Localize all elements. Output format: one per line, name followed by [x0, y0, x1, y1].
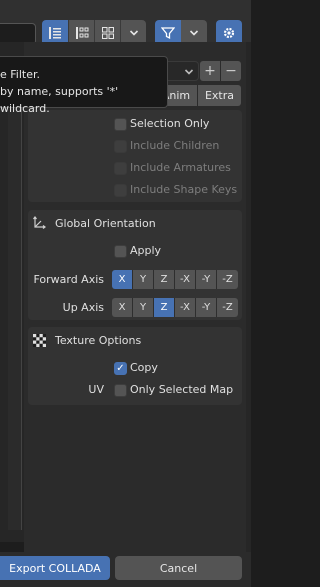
selection-only-checkbox[interactable] — [114, 118, 127, 131]
remove-preset-button[interactable]: − — [221, 61, 241, 81]
plus-icon: + — [204, 63, 216, 79]
include-armatures-label: Include Armatures — [130, 161, 231, 174]
forward-axis-y[interactable]: Y — [133, 270, 154, 289]
forward-axis-neg-y[interactable]: -Y — [196, 270, 217, 289]
tooltip-line-1: e Filter. — [0, 68, 40, 81]
up-axis-neg-y[interactable]: -Y — [196, 298, 217, 317]
filter-tooltip: e Filter. by name, supports '*' wildcard… — [0, 56, 168, 115]
check-icon: ✓ — [116, 362, 125, 374]
tooltip-line-2: by name, supports '*' wildcard. — [0, 85, 119, 115]
tab-extra[interactable]: Extra — [198, 85, 241, 106]
up-axis-x[interactable]: X — [112, 298, 133, 317]
thumbnail-large-icon — [101, 27, 114, 39]
include-shape-keys-label: Include Shape Keys — [130, 183, 238, 196]
forward-axis-neg-z[interactable]: -Z — [217, 270, 238, 289]
export-collada-label: Export COLLADA — [9, 561, 101, 575]
copy-checkbox[interactable]: ✓ — [114, 362, 127, 375]
include-armatures-checkbox[interactable] — [114, 162, 127, 175]
forward-axis-label: Forward Axis — [33, 273, 104, 286]
chevron-down-icon — [184, 69, 194, 75]
forward-axis-x[interactable]: X — [112, 270, 133, 289]
orientation-icon — [32, 216, 46, 233]
texture-options-title[interactable]: Texture Options — [55, 334, 141, 347]
checker-texture-icon — [33, 334, 46, 350]
global-orientation-title[interactable]: Global Orientation — [55, 217, 156, 230]
forward-axis-z[interactable]: Z — [154, 270, 175, 289]
minus-icon: − — [225, 63, 237, 79]
cancel-label: Cancel — [159, 561, 198, 575]
uv-label: UV — [88, 383, 104, 396]
thumbnail-small-icon — [75, 27, 88, 39]
chevron-down-icon — [189, 30, 199, 36]
include-children-checkbox[interactable] — [114, 140, 127, 153]
file-list-scroll[interactable] — [8, 60, 22, 530]
tab-extra-label: Extra — [204, 89, 235, 102]
funnel-icon — [161, 27, 175, 40]
forward-axis-selector[interactable]: X Y Z -X -Y -Z — [112, 270, 238, 289]
up-axis-neg-x[interactable]: -X — [175, 298, 196, 317]
include-children-label: Include Children — [130, 139, 220, 152]
include-shape-keys-checkbox[interactable] — [114, 184, 127, 197]
list-view-icon — [49, 27, 61, 39]
up-axis-neg-z[interactable]: -Z — [217, 298, 238, 317]
add-preset-button[interactable]: + — [200, 61, 220, 81]
up-axis-label: Up Axis — [62, 301, 104, 314]
panel-scrollbar[interactable] — [246, 42, 251, 552]
gear-icon — [223, 27, 235, 39]
up-axis-selector[interactable]: X Y Z -X -Y -Z — [112, 298, 238, 317]
apply-label: Apply — [130, 244, 162, 257]
copy-label: Copy — [130, 361, 158, 374]
only-selected-map-checkbox[interactable] — [114, 384, 127, 397]
forward-axis-neg-x[interactable]: -X — [175, 270, 196, 289]
cancel-button[interactable]: Cancel — [115, 556, 242, 580]
only-selected-map-label: Only Selected Map — [130, 383, 234, 396]
chevron-down-icon — [129, 30, 138, 36]
apply-checkbox[interactable] — [114, 245, 127, 258]
export-collada-button[interactable]: Export COLLADA — [0, 556, 110, 580]
selection-only-label: Selection Only — [130, 117, 210, 130]
up-axis-z[interactable]: Z — [154, 298, 175, 317]
up-axis-y[interactable]: Y — [133, 298, 154, 317]
